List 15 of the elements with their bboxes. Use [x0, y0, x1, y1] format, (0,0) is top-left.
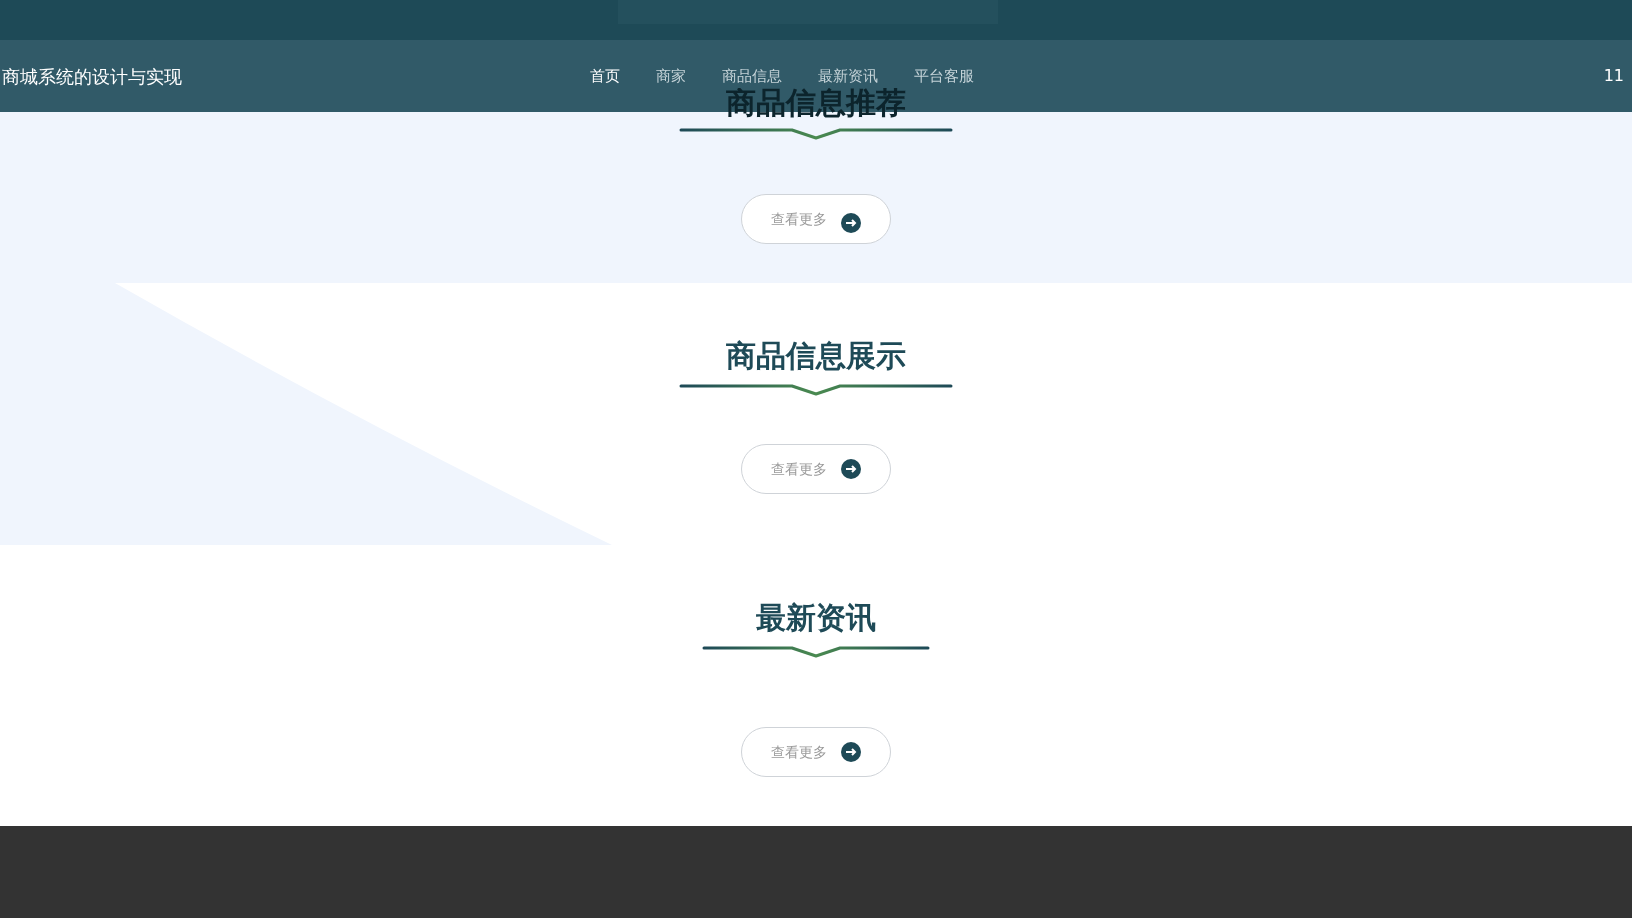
nav-link[interactable]: 商家: [656, 64, 686, 88]
nav-link[interactable]: 平台客服: [914, 64, 974, 88]
view-more-button[interactable]: 查看更多: [741, 194, 891, 244]
nav-link[interactable]: 首页: [590, 64, 620, 88]
arrow-right-icon: [841, 742, 861, 762]
nav-link[interactable]: 最新资讯: [818, 64, 878, 88]
arrow-right-icon: [841, 459, 861, 479]
view-more-button[interactable]: 查看更多: [741, 444, 891, 494]
section-title: 商品信息展示: [726, 337, 906, 375]
site-title: 商城系统的设计与实现: [2, 64, 182, 89]
section-title: 最新资讯: [756, 599, 876, 637]
user-name[interactable]: 11: [1603, 66, 1624, 85]
view-more-button[interactable]: 查看更多: [741, 727, 891, 777]
nav-link[interactable]: 商品信息: [722, 64, 782, 88]
arrow-right-icon: [841, 213, 861, 233]
